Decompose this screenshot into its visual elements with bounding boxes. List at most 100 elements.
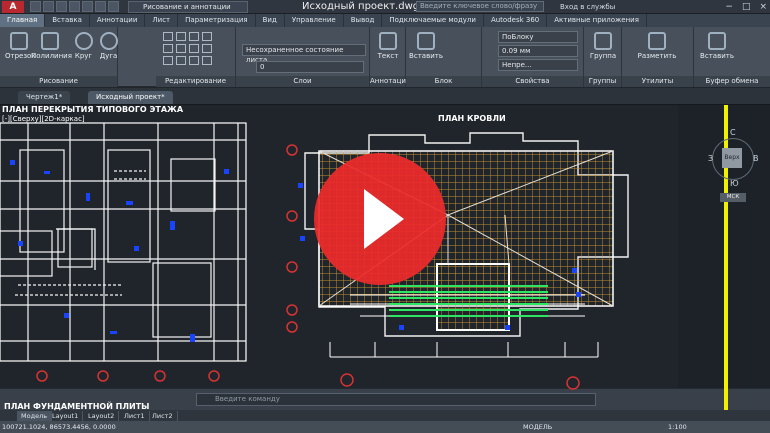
panel-modify-label[interactable]: Редактирование <box>156 76 235 87</box>
save-icon[interactable] <box>56 1 67 12</box>
move-icon[interactable] <box>163 32 173 41</box>
print-icon[interactable] <box>82 1 93 12</box>
tab-manage[interactable]: Управление <box>285 14 344 27</box>
tab-plugins[interactable]: Подключаемые модули <box>382 14 484 27</box>
panel-utilities-label[interactable]: Утилиты <box>622 76 693 87</box>
explode-icon[interactable] <box>202 44 212 53</box>
window-controls: − □ × <box>725 0 767 14</box>
erase-icon[interactable] <box>202 32 212 41</box>
undo-icon[interactable] <box>95 1 106 12</box>
text-icon <box>379 32 397 50</box>
app-logo-icon[interactable]: A <box>2 1 24 13</box>
panel-clipboard: Вставить Буфер обмена <box>694 27 770 87</box>
measure-button[interactable]: Разметить <box>632 32 682 60</box>
tab-annotate[interactable]: Аннотации <box>90 14 146 27</box>
redo-icon[interactable] <box>108 1 119 12</box>
trim-icon[interactable] <box>189 32 199 41</box>
tab-output[interactable]: Вывод <box>344 14 383 27</box>
mirror-icon[interactable] <box>176 44 186 53</box>
panel-block-label[interactable]: Блок <box>406 76 481 87</box>
save-as-icon[interactable] <box>69 1 80 12</box>
fillet-icon[interactable] <box>189 44 199 53</box>
panel-draw-label[interactable]: Рисование <box>0 76 117 87</box>
panel-annotation: Текст Аннотации <box>370 27 410 87</box>
tab-sheet1[interactable]: Лист1 <box>120 411 150 421</box>
viewcube-south: Ю <box>730 179 739 188</box>
viewcube[interactable]: Верх С З В Ю МСК <box>708 126 764 202</box>
lineweight-select[interactable]: 0.09 мм <box>498 45 578 57</box>
paste-button[interactable]: Вставить <box>699 32 735 60</box>
panel-groups-label[interactable]: Группы <box>584 76 621 87</box>
circle-icon <box>74 32 93 50</box>
rotate-icon[interactable] <box>176 32 186 41</box>
quick-access-toolbar <box>30 1 119 12</box>
insert-icon <box>417 32 435 50</box>
panel-properties-label[interactable]: Свойства <box>482 76 583 87</box>
minimize-icon[interactable]: − <box>725 0 733 14</box>
scale-icon[interactable] <box>176 56 186 65</box>
insert-block-button[interactable]: Вставить <box>409 32 443 60</box>
viewcube-west: З <box>708 154 714 163</box>
tab-layout1[interactable]: Layout1 <box>48 411 84 421</box>
new-icon[interactable] <box>30 1 41 12</box>
left-axis-markers <box>36 370 220 382</box>
play-icon[interactable] <box>314 153 446 285</box>
layout-tabs: Модель Layout1 Layout2 Лист1 Лист2 <box>0 410 770 421</box>
file-tab-source-project[interactable]: Исходный проект* <box>88 91 173 104</box>
panel-annotation-label[interactable]: Аннотации <box>370 76 410 87</box>
maximize-icon[interactable]: □ <box>742 0 751 14</box>
file-tab-drawing1[interactable]: Чертеж1* <box>18 91 71 104</box>
panel-layers-label[interactable]: Слои <box>236 76 369 87</box>
tab-parametric[interactable]: Параметризация <box>178 14 256 27</box>
tab-insert[interactable]: Вставка <box>45 14 90 27</box>
array-icon[interactable] <box>189 56 199 65</box>
close-icon[interactable]: × <box>759 0 767 14</box>
tab-active-apps[interactable]: Активные приложения <box>547 14 647 27</box>
panel-properties: ПоБлоку 0.09 мм Непре... Свойства <box>482 27 584 87</box>
login-link[interactable]: Вход в службы <box>560 1 615 13</box>
linetype-select[interactable]: Непре... <box>498 59 578 71</box>
copy-icon[interactable] <box>163 44 173 53</box>
group-button[interactable]: Группа <box>587 32 619 60</box>
layer-select[interactable]: 0 <box>256 61 364 73</box>
stretch-icon[interactable] <box>163 56 173 65</box>
circle-button[interactable]: Круг <box>71 32 96 60</box>
layer-state-select[interactable]: Несохраненное состояние листа <box>242 44 366 64</box>
tab-layout[interactable]: Лист <box>145 14 179 27</box>
modify-tools <box>163 32 212 65</box>
line-icon <box>10 32 28 50</box>
panel-block: Вставить Блок <box>406 27 482 87</box>
tab-layout2[interactable]: Layout2 <box>84 411 120 421</box>
model-space-button[interactable]: МОДЕЛЬ <box>523 421 552 433</box>
left-blue-marks <box>10 160 229 342</box>
viewcube-east: В <box>753 154 759 163</box>
viewcube-north: С <box>730 128 736 137</box>
annotation-scale[interactable]: 1:100 <box>668 421 687 433</box>
viewcube-top-face[interactable]: Верх <box>722 148 742 168</box>
color-select[interactable]: ПоБлоку <box>498 31 578 43</box>
search-input[interactable]: Введите ключевое слово/фразу <box>416 1 544 12</box>
tab-sheet2[interactable]: Лист2 <box>148 411 178 421</box>
text-button[interactable]: Текст <box>373 32 403 60</box>
left-drawing-title: ПЛАН ПЕРЕКРЫТИЯ ТИПОВОГО ЭТАЖА <box>2 105 184 114</box>
open-icon[interactable] <box>43 1 54 12</box>
workspace-select[interactable]: Рисование и аннотации <box>128 1 248 13</box>
line-button[interactable]: Отрезок <box>5 32 36 60</box>
viewport-label[interactable]: [-][Сверху][2D-каркас] <box>2 115 85 123</box>
tab-view[interactable]: Вид <box>256 14 285 27</box>
document-title: Исходный проект.dwg <box>302 1 420 12</box>
panel-draw: Отрезок Полилиния Круг Дуга Рисование <box>0 27 118 87</box>
offset-icon[interactable] <box>202 56 212 65</box>
ribbon: Отрезок Полилиния Круг Дуга Рисование Ре… <box>0 27 770 87</box>
left-floorplan <box>0 122 247 362</box>
polyline-button[interactable]: Полилиния <box>31 32 72 60</box>
tab-home[interactable]: Главная <box>0 14 46 27</box>
arc-button[interactable]: Дуга <box>96 32 121 60</box>
roof-plan-title: ПЛАН КРОВЛИ <box>438 114 506 123</box>
foundation-plan-title: ПЛАН ФУНДАМЕНТНОЙ ПЛИТЫ <box>4 402 150 411</box>
ucs-label[interactable]: МСК <box>720 193 746 202</box>
tab-autodesk360[interactable]: Autodesk 360 <box>484 14 548 27</box>
tab-model[interactable]: Модель <box>17 411 53 421</box>
panel-clipboard-label[interactable]: Буфер обмена <box>694 76 770 87</box>
panel-groups: Группа Группы <box>584 27 622 87</box>
